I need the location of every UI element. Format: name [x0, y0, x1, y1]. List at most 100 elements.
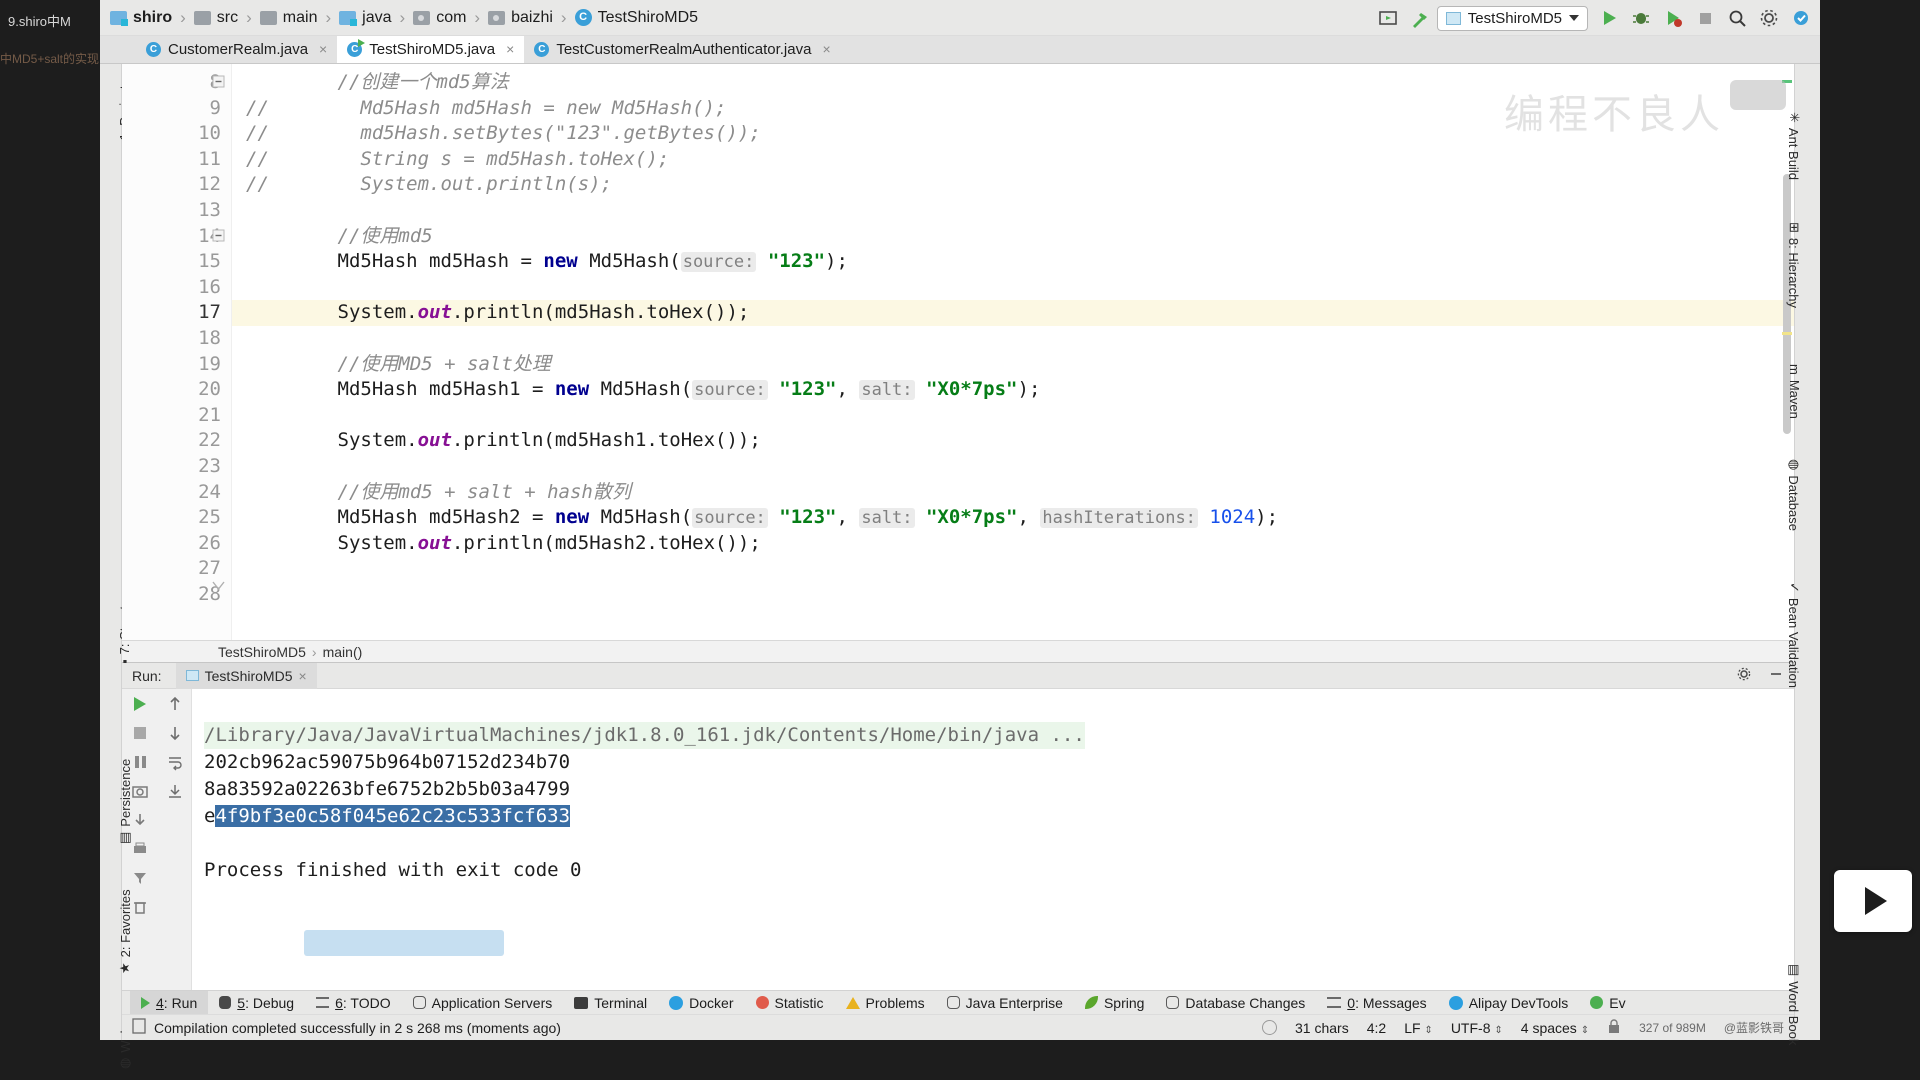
bottom-bar-item-5-debug[interactable]: 5: Debug	[208, 991, 305, 1015]
sidebar-item-hierarchy[interactable]: ⊞ 8: Hierarchy	[1786, 222, 1803, 308]
code-line[interactable]: System.out.println(md5Hash2.toHex());	[232, 531, 1794, 557]
code-line[interactable]: Md5Hash md5Hash2 = new Md5Hash(source: "…	[232, 505, 1794, 531]
error-stripe-mark[interactable]	[1782, 332, 1792, 335]
watermark-badge	[1730, 80, 1786, 110]
code-line[interactable]: // String s = md5Hash.toHex();	[232, 147, 1794, 173]
close-icon[interactable]: ×	[319, 41, 327, 57]
window-preview-icon[interactable]	[1377, 7, 1399, 29]
breadcrumb-item-com[interactable]: com	[409, 9, 470, 27]
sidebar-item-ant-build[interactable]: ✳ Ant Build	[1786, 112, 1803, 180]
breadcrumb-item-shiro[interactable]: shiro	[106, 9, 176, 27]
status-line-separator[interactable]: LF ⇕	[1404, 1020, 1433, 1036]
stop-button[interactable]	[1694, 7, 1716, 29]
code-line[interactable]: Md5Hash md5Hash = new Md5Hash(source: "1…	[232, 249, 1794, 275]
breadcrumb-item-testshiromd5[interactable]: TestShiroMD5	[571, 9, 702, 27]
code-editor[interactable]: 8910111213141516171819202122232425262728	[122, 64, 1794, 640]
run-actions-column-2	[158, 689, 192, 990]
status-caret-position[interactable]: 4:2	[1367, 1020, 1386, 1036]
code-line[interactable]: //使用md5	[232, 224, 1794, 250]
code-line[interactable]	[232, 403, 1794, 429]
minimize-icon[interactable]	[1768, 666, 1784, 685]
code-line[interactable]: Md5Hash md5Hash1 = new Md5Hash(source: "…	[232, 377, 1794, 403]
bottom-bar-item-terminal[interactable]: Terminal	[563, 991, 658, 1015]
breadcrumb-item-java[interactable]: java	[335, 9, 395, 27]
code-line[interactable]	[232, 275, 1794, 301]
trash-icon[interactable]	[131, 898, 149, 916]
bottom-bar-item-java-enterprise[interactable]: Java Enterprise	[936, 991, 1074, 1015]
status-encoding[interactable]: UTF-8 ⇕	[1451, 1020, 1503, 1036]
status-memory[interactable]: 327 of 989M	[1639, 1021, 1706, 1035]
sidebar-item-label: Bean Validation	[1786, 597, 1802, 689]
print-icon[interactable]	[131, 840, 149, 858]
sidebar-item-database[interactable]: ◍ Database	[1786, 459, 1803, 531]
close-icon[interactable]: ×	[822, 41, 830, 57]
settings-gear-icon[interactable]	[1736, 666, 1752, 685]
breadcrumb-item-main[interactable]: main	[256, 9, 322, 27]
scroll-to-end-icon[interactable]	[166, 782, 184, 800]
sidebar-item-bean-validation[interactable]: ✓ Bean Validation	[1786, 582, 1803, 689]
pause-icon[interactable]	[131, 753, 149, 771]
scroll-up-icon[interactable]	[166, 695, 184, 713]
bottom-bar-item-spring[interactable]: Spring	[1074, 991, 1155, 1015]
bottom-bar-item-problems[interactable]: Problems	[835, 991, 936, 1015]
stop-icon[interactable]	[131, 724, 149, 742]
run-window-tab[interactable]: TestShiroMD5 ×	[175, 662, 317, 689]
export-icon[interactable]	[131, 811, 149, 829]
close-icon[interactable]: ×	[299, 668, 307, 684]
sidebar-item-persistence[interactable]: ▤ Persistence	[117, 759, 133, 844]
run-with-coverage-button[interactable]	[1662, 7, 1684, 29]
run-button[interactable]	[1598, 7, 1620, 29]
sidebar-item-maven[interactable]: m Maven	[1787, 364, 1802, 419]
soft-wrap-icon[interactable]	[166, 753, 184, 771]
rerun-icon[interactable]	[131, 695, 149, 713]
breadcrumb-item-src[interactable]: src	[190, 9, 242, 27]
problems-icon	[845, 996, 860, 1009]
code-line[interactable]: //使用md5 + salt + hash散列	[232, 480, 1794, 506]
code-line[interactable]: //使用MD5 + salt处理	[232, 352, 1794, 378]
code-text[interactable]: //创建一个md5算法// Md5Hash md5Hash = new Md5H…	[232, 64, 1794, 640]
breadcrumb-item-label: main	[282, 8, 318, 26]
search-everywhere-icon[interactable]	[1726, 7, 1748, 29]
screenshot-icon[interactable]	[131, 782, 149, 800]
scroll-down-icon[interactable]	[166, 724, 184, 742]
debug-button[interactable]	[1630, 7, 1652, 29]
code-line[interactable]	[232, 198, 1794, 224]
filter-icon[interactable]	[131, 869, 149, 887]
build-hammer-icon[interactable]	[1409, 9, 1427, 28]
word-book-icon: ▤	[1787, 964, 1802, 977]
bottom-bar-item-alipay-devtools[interactable]: Alipay DevTools	[1438, 991, 1580, 1015]
bottom-bar-item-0-messages[interactable]: 0: Messages	[1316, 991, 1437, 1015]
breadcrumb-class[interactable]: TestShiroMD5	[218, 644, 306, 660]
close-icon[interactable]: ×	[506, 41, 514, 57]
editor-tab-testshiromd5-java[interactable]: TestShiroMD5.java ×	[337, 35, 525, 63]
bottom-bar-item-statistic[interactable]: Statistic	[745, 991, 835, 1015]
bottom-bar-item-ev[interactable]: Ev	[1579, 991, 1636, 1015]
code-line[interactable]	[232, 556, 1794, 582]
code-line[interactable]: // System.out.println(s);	[232, 172, 1794, 198]
code-line[interactable]	[232, 454, 1794, 480]
bottom-bar-item-6-todo[interactable]: 6: TODO	[305, 991, 402, 1015]
run-configuration-selector[interactable]: TestShiroMD5	[1436, 5, 1588, 31]
console-output[interactable]: /Library/Java/JavaVirtualMachines/jdk1.8…	[192, 689, 1794, 990]
breadcrumb-method[interactable]: main()	[323, 644, 363, 660]
bottom-bar-item-label: Ev	[1609, 994, 1626, 1011]
status-lock-icon[interactable]	[1607, 1018, 1621, 1037]
status-indent[interactable]: 4 spaces ⇕	[1521, 1020, 1589, 1036]
editor-tab-customerrealm-java[interactable]: CustomerRealm.java ×	[136, 35, 338, 63]
code-line[interactable]	[232, 326, 1794, 352]
bottom-bar-item-4-run[interactable]: 4: Run	[130, 990, 209, 1015]
settings-gear-icon[interactable]	[1758, 7, 1780, 29]
video-player-overlay[interactable]	[1834, 870, 1912, 932]
code-line[interactable]	[232, 582, 1794, 608]
line-number-gutter[interactable]: 8910111213141516171819202122232425262728	[122, 64, 232, 640]
bottom-bar-item-docker[interactable]: Docker	[658, 991, 744, 1015]
bottom-bar-item-application-servers[interactable]: Application Servers	[402, 991, 564, 1015]
editor-tab-testcustomerrealmauthenticator-java[interactable]: TestCustomerRealmAuthenticator.java ×	[524, 35, 841, 63]
bottom-bar-item-database-changes[interactable]: Database Changes	[1155, 991, 1316, 1015]
notifications-icon[interactable]	[1790, 7, 1812, 29]
sidebar-item-word-book[interactable]: ▤ Word Book	[1786, 964, 1803, 1045]
code-line[interactable]: System.out.println(md5Hash1.toHex());	[232, 428, 1794, 454]
breadcrumb-separator: ›	[399, 7, 406, 27]
code-line[interactable]: System.out.println(md5Hash.toHex());	[232, 300, 1794, 326]
breadcrumb-item-baizhi[interactable]: baizhi	[484, 9, 557, 27]
